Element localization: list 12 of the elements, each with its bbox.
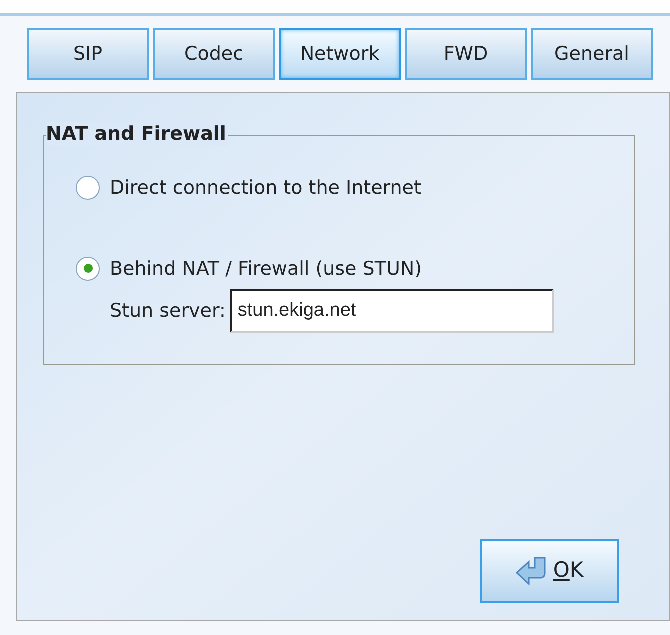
tab[interactable]: General <box>531 28 653 80</box>
tab[interactable]: FWD <box>405 28 527 80</box>
radio-button[interactable] <box>76 256 100 281</box>
tab[interactable]: SIP <box>27 28 149 80</box>
stun-server-field[interactable]: stun.ekiga.net <box>230 289 554 333</box>
tab[interactable]: Network <box>279 28 401 80</box>
radio-button[interactable] <box>76 176 100 200</box>
radio-label: Behind NAT / Firewall (use STUN) <box>110 256 422 282</box>
radio-label: Direct connection to the Internet <box>110 176 422 201</box>
ok-button[interactable]: OK <box>480 539 619 603</box>
stun-server-label: Stun server: <box>110 298 226 324</box>
tab[interactable]: Codec <box>153 28 275 80</box>
